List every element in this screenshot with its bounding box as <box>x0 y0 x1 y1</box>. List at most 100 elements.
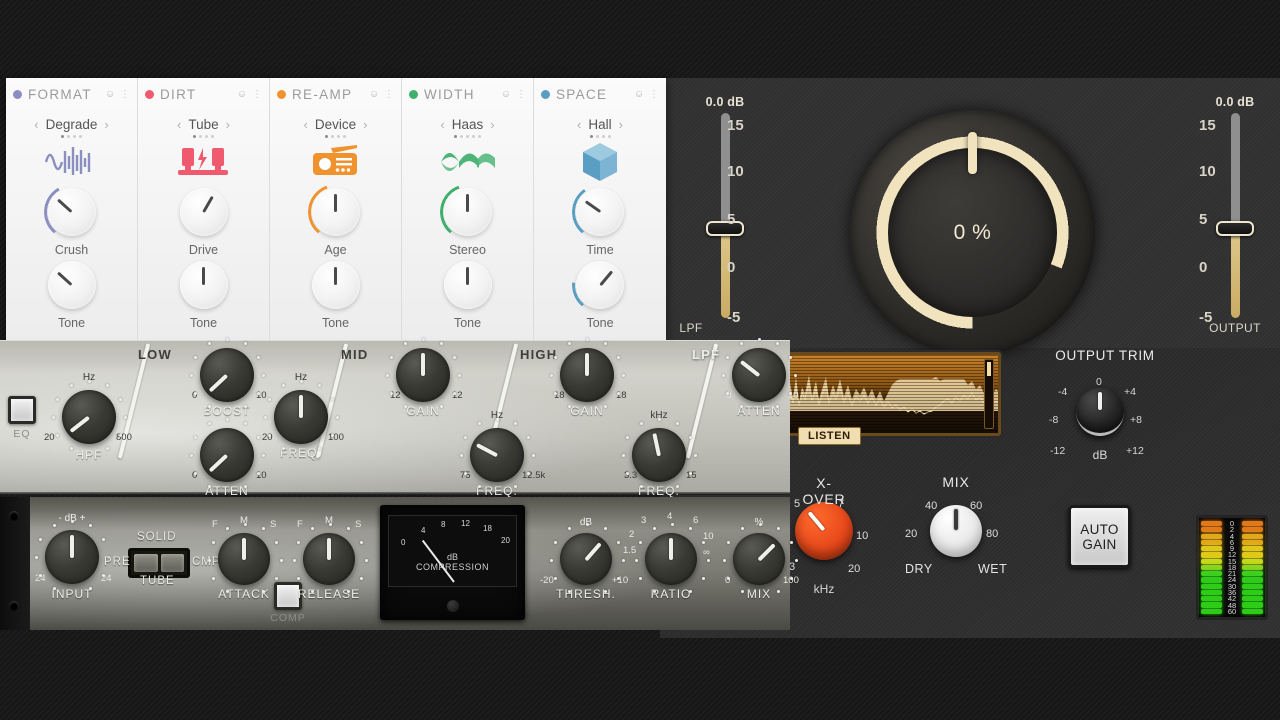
knob-tick-ring <box>549 337 625 411</box>
vu-title: COMPRESSION <box>415 562 489 572</box>
module-header-space[interactable]: SPACE ⎉ ⋮ <box>534 78 666 110</box>
auto-gain-button[interactable]: AUTO GAIN <box>1068 505 1131 568</box>
led-segment-right <box>1242 608 1263 614</box>
module-power-icon[interactable]: ⎉ <box>370 89 378 100</box>
module-header-width[interactable]: WIDTH ⎉ ⋮ <box>402 78 533 110</box>
knob-pointer <box>466 194 469 212</box>
module-menu-icon[interactable]: ⋮ <box>252 89 262 100</box>
module-power-icon[interactable]: ⎉ <box>238 89 246 100</box>
attack-knob[interactable]: F M S ATTACK <box>207 515 283 601</box>
knob-tick-ring <box>34 519 110 593</box>
high-gain-knob[interactable]: 18 18 GAIN <box>549 337 627 418</box>
led-segment-left <box>1201 521 1222 527</box>
hpf-knob[interactable]: Hz 20 800 HPF <box>44 372 132 462</box>
knob-tick-ring <box>634 522 710 594</box>
preset-next-icon[interactable]: › <box>363 117 367 132</box>
module-power-icon[interactable]: ⎉ <box>502 89 510 100</box>
mix-mark-40: 40 <box>925 500 938 512</box>
preset-selector[interactable]: ‹ Device › <box>270 117 401 132</box>
preset-next-icon[interactable]: › <box>226 117 230 132</box>
module-header-dirt[interactable]: DIRT ⎉ ⋮ <box>138 78 269 110</box>
module-header-re-amp[interactable]: RE-AMP ⎉ ⋮ <box>270 78 401 110</box>
lpf-tick-5: 5 <box>727 211 736 228</box>
module-header-format[interactable]: FORMAT ⎉ ⋮ <box>6 78 137 110</box>
output-trim-knob[interactable] <box>1076 388 1124 436</box>
dry-wet-mix-knob[interactable] <box>930 505 982 557</box>
width-tone-knob[interactable] <box>443 261 492 309</box>
pre-cmp-toggle[interactable] <box>128 548 190 578</box>
threshold-knob[interactable]: dB -20 +10 THRESH. <box>540 517 628 601</box>
module-status-dot <box>145 89 154 99</box>
lpf-fader-label: LPF <box>679 321 703 335</box>
lpf-fader[interactable]: 0.0 dB 15 10 5 0 -5 LPF <box>665 95 785 335</box>
module-format: FORMAT ⎉ ⋮ ‹ Degrade › Crush Tone <box>6 78 138 348</box>
preset-prev-icon[interactable]: ‹ <box>177 117 181 132</box>
format-tone-knob[interactable] <box>47 261 96 309</box>
output-trim-label: OUTPUT TRIM <box>1055 348 1155 363</box>
lpf-tick-10: 10 <box>727 163 744 180</box>
module-status-dot <box>541 89 550 99</box>
comp-mix-knob[interactable]: % 0 100 MIX <box>722 517 799 601</box>
listen-waveform-display[interactable] <box>783 352 1001 436</box>
preset-prev-icon[interactable]: ‹ <box>34 117 38 132</box>
module-name: SPACE <box>556 86 608 102</box>
module-status-dot <box>277 89 286 99</box>
input-knob[interactable]: - dB + 24 24 INPUT <box>34 513 112 601</box>
high-freq-knob[interactable]: kHz 3.3 15 FREQ. <box>621 410 697 498</box>
lpf-tick-m5: -5 <box>727 309 741 326</box>
xover-mark-10: 10 <box>856 530 869 542</box>
knob-label: Drive <box>188 243 219 257</box>
format-crush-knob[interactable] <box>43 184 100 240</box>
dirt-drive-knob[interactable] <box>179 188 228 236</box>
preset-page-dots <box>138 135 269 138</box>
listen-button[interactable]: LISTEN <box>798 427 861 445</box>
low-freq-knob[interactable]: Hz 20 100 FREQ. <box>262 372 344 460</box>
dirt-tone-knob[interactable] <box>179 261 228 309</box>
module-menu-icon[interactable]: ⋮ <box>384 89 394 100</box>
space-time-knob[interactable] <box>572 184 628 240</box>
trim-mark-m4: -4 <box>1058 386 1068 398</box>
width-stereo-knob[interactable] <box>439 184 496 240</box>
toggle-left-slot[interactable] <box>134 554 158 572</box>
lpf-atten-knob[interactable]: 0 10 ATTEN <box>721 337 799 418</box>
knob-label: Tone <box>57 316 86 330</box>
preset-selector[interactable]: ‹ Haas › <box>402 117 533 132</box>
preset-next-icon[interactable]: › <box>619 117 623 132</box>
preset-next-icon[interactable]: › <box>104 117 108 132</box>
module-power-icon[interactable]: ⎉ <box>635 89 643 100</box>
mid-gain-knob[interactable]: 12 12 GAIN <box>385 337 463 418</box>
stereo-wave-icon <box>402 140 533 184</box>
eq-bypass-button[interactable] <box>8 396 36 424</box>
preset-selector[interactable]: ‹ Degrade › <box>6 117 137 132</box>
module-menu-icon[interactable]: ⋮ <box>516 89 526 100</box>
xover-mark-20: 20 <box>848 563 861 575</box>
preset-prev-icon[interactable]: ‹ <box>304 117 308 132</box>
ratio-knob[interactable]: 1.5 2 3 4 6 10 ∞ RATIO <box>623 511 714 601</box>
xover-knob[interactable] <box>795 502 853 560</box>
space-tone-knob[interactable] <box>572 257 628 313</box>
knob-label: Tone <box>453 316 482 330</box>
module-menu-icon[interactable]: ⋮ <box>649 89 659 100</box>
low-boost-knob[interactable]: 0 10 BOOST <box>189 337 267 418</box>
preset-selector[interactable]: ‹ Hall › <box>534 117 666 132</box>
module-menu-icon[interactable]: ⋮ <box>120 89 130 100</box>
preset-prev-icon[interactable]: ‹ <box>440 117 444 132</box>
re-amp-tone-knob[interactable] <box>311 261 360 309</box>
toggle-right-slot[interactable] <box>160 554 184 572</box>
re-amp-age-knob[interactable] <box>307 184 364 240</box>
preset-next-icon[interactable]: › <box>490 117 494 132</box>
module-name: WIDTH <box>424 86 475 102</box>
output-fader[interactable]: 0.0 dB 15 10 5 0 -5 OUTPUT <box>1175 95 1280 335</box>
release-knob[interactable]: F M S RELEASE <box>292 515 368 601</box>
preset-name: Degrade <box>45 117 98 132</box>
master-amount-dial[interactable]: 0 % <box>850 110 1095 355</box>
module-power-icon[interactable]: ⎉ <box>106 89 114 100</box>
mid-freq-knob[interactable]: Hz 75 12.5k FREQ. <box>459 410 545 498</box>
module-name: FORMAT <box>28 86 92 102</box>
preset-selector[interactable]: ‹ Tube › <box>138 117 269 132</box>
led-segment-left <box>1201 589 1222 596</box>
vu-tick-12: 12 <box>461 519 470 528</box>
radio-icon <box>270 140 401 184</box>
knob-tick-ring <box>207 522 283 594</box>
preset-prev-icon[interactable]: ‹ <box>577 117 581 132</box>
